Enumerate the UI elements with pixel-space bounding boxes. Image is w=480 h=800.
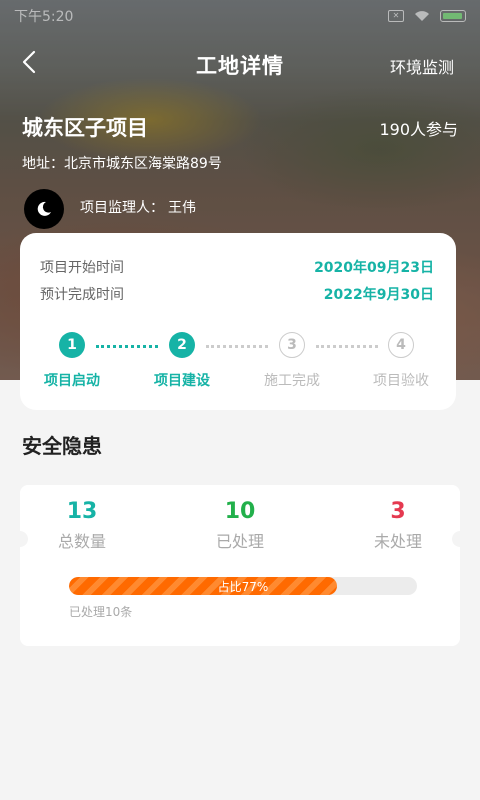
safety-hazard-card: 13 总数量 10 已处理 3 未处理 占比77% 已处理10条	[20, 485, 460, 646]
environment-monitor-link[interactable]: 环境监测	[390, 54, 454, 78]
address-value: 北京市城东区海棠路89号	[64, 156, 222, 172]
status-time: 下午5:20	[14, 9, 74, 25]
step-3-number: 3	[279, 332, 305, 358]
stat-total[interactable]: 13 总数量	[22, 499, 142, 552]
stat-total-value: 13	[66, 499, 98, 524]
start-time-row: 项目开始时间 2020年09月23日	[40, 257, 434, 277]
start-time-label: 项目开始时间	[40, 260, 124, 276]
step-1-number: 1	[59, 332, 85, 358]
end-time-label: 预计完成时间	[40, 287, 124, 303]
status-icons: ✕	[388, 10, 466, 22]
step-4-number: 4	[388, 332, 414, 358]
project-name: 城东区子项目	[22, 116, 148, 140]
supervisor-name: 王伟	[168, 200, 196, 216]
stat-unhandled-label: 未处理	[373, 532, 422, 551]
step-1: 1 项目启动	[22, 332, 122, 390]
project-address: 地址：北京市城东区海棠路89号	[22, 153, 222, 173]
processed-note: 已处理10条	[69, 605, 133, 619]
step-3: 3 施工完成	[242, 332, 342, 390]
end-time-value: 2022年9月30日	[323, 287, 434, 303]
participants-count: 190人参与	[379, 120, 458, 139]
stat-handled-value: 10	[224, 499, 256, 524]
start-time-value: 2020年09月23日	[314, 260, 434, 276]
address-label: 地址：	[22, 156, 64, 172]
nav-bar: 工地详情 环境监测	[0, 40, 480, 88]
avatar[interactable]	[24, 189, 64, 229]
status-bar: 下午5:20 ✕	[0, 0, 480, 32]
moon-icon	[37, 201, 51, 216]
step-3-label: 施工完成	[264, 373, 320, 389]
stat-handled[interactable]: 10 已处理	[180, 499, 300, 552]
step-2-label: 项目建设	[154, 373, 210, 389]
sim-icon: ✕	[388, 10, 404, 22]
schedule-card: 项目开始时间 2020年09月23日 预计完成时间 2022年9月30日 1 项…	[20, 233, 456, 410]
end-time-row: 预计完成时间 2022年9月30日	[40, 284, 434, 304]
step-4-label: 项目验收	[373, 373, 429, 389]
handled-progress-text: 占比77%	[217, 580, 269, 594]
stat-handled-label: 已处理	[215, 532, 264, 551]
stat-unhandled-value: 3	[390, 499, 406, 524]
step-2-number: 2	[169, 332, 195, 358]
battery-icon	[440, 10, 466, 22]
step-1-label: 项目启动	[44, 373, 100, 389]
wifi-icon	[415, 11, 429, 21]
handled-progress-bar: 占比77%	[69, 577, 417, 595]
safety-section-title: 安全隐患	[22, 434, 102, 458]
supervisor-label: 项目监理人：	[80, 200, 164, 216]
stat-total-label: 总数量	[57, 532, 106, 551]
stat-unhandled[interactable]: 3 未处理	[338, 499, 458, 552]
project-supervisor: 项目监理人： 王伟	[80, 197, 196, 217]
step-4: 4 项目验收	[351, 332, 451, 390]
step-2: 2 项目建设	[132, 332, 232, 390]
